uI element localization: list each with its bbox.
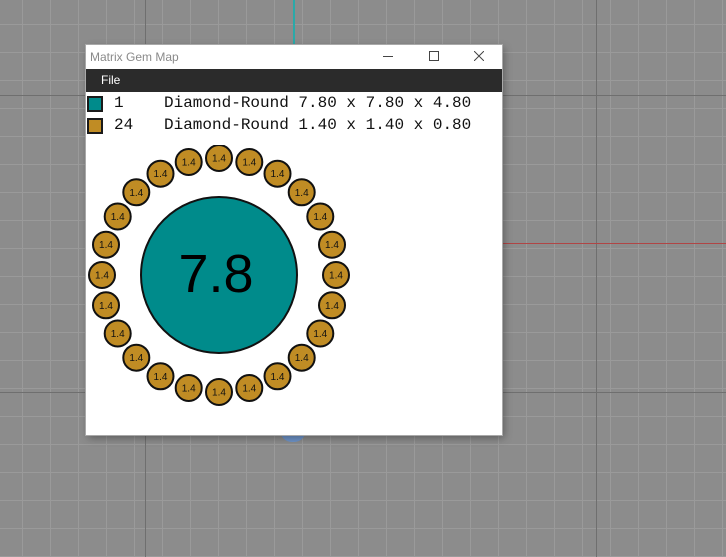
gem-color-swatch — [87, 118, 103, 134]
halo-stone-label: 1.4 — [242, 384, 256, 395]
title-bar[interactable]: Matrix Gem Map — [86, 45, 502, 69]
gem-description: Diamond-Round 7.80 x 7.80 x 4.80 — [164, 94, 472, 112]
halo-stone-label: 1.4 — [212, 388, 226, 399]
minimize-button[interactable] — [365, 45, 411, 69]
halo-stone-label: 1.4 — [242, 158, 256, 169]
viewport-axis-y — [293, 0, 295, 45]
gem-legend-text: 1 Diamond-Round 7.80 x 7.80 x 4.80 — [114, 94, 471, 112]
gem-count: 1 — [114, 94, 124, 112]
halo-stone-label: 1.4 — [129, 353, 143, 364]
halo-stone-label: 1.4 — [99, 301, 113, 312]
maximize-button[interactable] — [411, 45, 457, 69]
maximize-icon — [429, 48, 439, 66]
menu-bar: File — [86, 69, 502, 92]
minimize-icon — [383, 48, 393, 66]
grid-line-major — [596, 0, 597, 557]
menu-file[interactable]: File — [96, 72, 125, 88]
close-button[interactable] — [456, 45, 502, 69]
halo-stone-label: 1.4 — [182, 384, 196, 395]
halo-stone-label: 1.4 — [325, 301, 339, 312]
gem-legend-text: 24 Diamond-Round 1.40 x 1.40 x 0.80 — [114, 116, 471, 134]
gem-map-window: Matrix Gem Map File 1 Diamond-Round 7.80 … — [86, 45, 502, 435]
halo-stone-label: 1.4 — [212, 154, 226, 165]
halo-stone-label: 1.4 — [182, 158, 196, 169]
halo-stone-label: 1.4 — [325, 240, 339, 251]
halo-stone-label: 1.4 — [95, 271, 109, 282]
window-title: Matrix Gem Map — [90, 50, 179, 64]
gem-description: Diamond-Round 1.40 x 1.40 x 0.80 — [164, 116, 472, 134]
halo-stone-label: 1.4 — [154, 169, 168, 180]
viewport-axis-x — [502, 243, 726, 244]
gem-map-canvas: 7.8 1.4 1.4 1.4 1.4 1.4 1.4 1.4 1.4 1.4 1.4 1.4 1.4… — [88, 145, 350, 406]
halo-stone-label: 1.4 — [111, 329, 125, 340]
gem-count: 24 — [114, 116, 134, 134]
halo-stone-label: 1.4 — [329, 271, 343, 282]
halo-stone-label: 1.4 — [129, 188, 143, 199]
center-stone-label: 7.8 — [178, 244, 253, 304]
close-icon — [473, 48, 485, 66]
halo-stone-label: 1.4 — [271, 169, 285, 180]
halo-stone-label: 1.4 — [111, 212, 125, 223]
halo-stone-label: 1.4 — [154, 372, 168, 383]
halo-stone-label: 1.4 — [295, 188, 309, 199]
halo-stone-label: 1.4 — [295, 353, 309, 364]
gem-color-swatch — [87, 96, 103, 112]
halo-stone-label: 1.4 — [313, 329, 327, 340]
halo-stone-label: 1.4 — [313, 212, 327, 223]
halo-stone-label: 1.4 — [271, 372, 285, 383]
halo-stone-label: 1.4 — [99, 240, 113, 251]
